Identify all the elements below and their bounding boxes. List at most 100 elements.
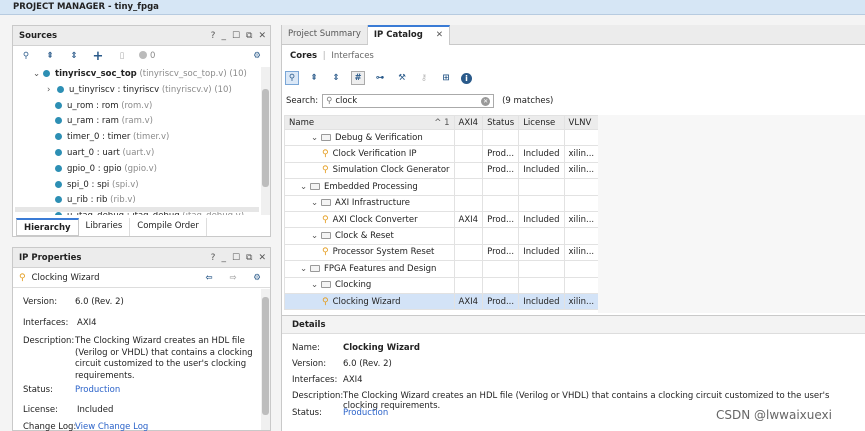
column-axi4[interactable]: AXI4 <box>453 115 484 130</box>
table-row[interactable]: ⌄ Debug & Verification <box>284 128 600 147</box>
tree-item[interactable]: spi_0 : spi (spi.v) <box>55 178 139 193</box>
cell-vlnv <box>563 276 600 294</box>
ip-properties-scrollbar[interactable] <box>261 289 270 430</box>
tree-item[interactable]: ⌄ tinyriscv_soc_top (tinyriscv_soc_top.v)… <box>33 67 247 82</box>
float-button[interactable]: ⧉ <box>246 26 252 46</box>
ip-properties-scrollbar-thumb[interactable] <box>262 297 269 415</box>
ip-name: Debug & Verification <box>335 132 423 143</box>
collapse-all-icon[interactable]: ⇞ <box>307 71 321 85</box>
key-icon[interactable]: ⚷ <box>417 71 431 85</box>
maximize-button[interactable]: ☐ <box>232 26 240 46</box>
subtab-interfaces[interactable]: Interfaces <box>331 51 373 61</box>
chevron-down-icon[interactable]: ⌄ <box>300 264 310 274</box>
chip-icon[interactable]: ⊞ <box>439 71 453 85</box>
table-row[interactable]: ⚲ Processor System Reset Prod... Included xi… <box>284 243 600 262</box>
tab-ip-catalog[interactable]: IP Catalog ✕ <box>367 25 450 45</box>
subtab-cores[interactable]: Cores <box>290 51 317 61</box>
description-line: requirements. <box>75 370 135 381</box>
table-row[interactable]: ⌄ Clocking <box>284 276 600 294</box>
cell-license: Included <box>518 243 565 262</box>
details-status-link[interactable]: Production <box>343 408 388 418</box>
wrench-icon[interactable]: ⚒ <box>395 71 409 85</box>
search-icon[interactable]: ⚲ <box>285 71 299 85</box>
maximize-button[interactable]: ☐ <box>232 248 240 268</box>
table-row[interactable]: ⌄ AXI Infrastructure <box>284 194 600 212</box>
cell-name: ⌄ FPGA Features and Design <box>284 260 455 278</box>
tab-project-summary[interactable]: Project Summary <box>282 25 368 44</box>
table-row[interactable]: ⌄ Clock & Reset <box>284 227 600 245</box>
catalog-area: Project Summary IP Catalog ✕ Cores | Int… <box>281 25 865 431</box>
chevron-right-icon[interactable]: › <box>47 83 57 98</box>
cell-license: Included <box>518 161 565 180</box>
close-button[interactable]: ✕ <box>258 248 266 268</box>
clear-search-icon[interactable]: ✕ <box>481 96 491 106</box>
tree-item-detail: (ram.v) <box>121 116 153 127</box>
help-button[interactable]: ? <box>211 26 216 46</box>
hierarchy-icon[interactable]: ⊶ <box>373 71 387 85</box>
sources-scrollbar[interactable] <box>261 67 270 215</box>
minimize-button[interactable]: _ <box>221 248 226 268</box>
cell-status: Prod... <box>482 243 520 262</box>
chevron-down-icon[interactable]: ⌄ <box>311 231 321 241</box>
column-name[interactable]: Name ^ 1 <box>284 115 455 130</box>
search-input[interactable]: ⚲ clock ✕ <box>322 94 495 108</box>
table-row[interactable]: ⚲ Clocking Wizard AXI4 Prod... Included xilin… <box>284 292 600 311</box>
sources-panel: Sources ? _ ☐ ⧉ ✕ ⚲ ⇞ ⇕ + ▯ 0 ⚙ ⌄ tinyris… <box>12 25 271 237</box>
module-icon <box>55 117 62 125</box>
column-status[interactable]: Status <box>482 115 520 130</box>
chevron-down-icon[interactable]: ⌄ <box>300 182 310 192</box>
info-icon[interactable]: i <box>461 72 472 84</box>
collapse-all-icon[interactable]: ⇞ <box>43 49 57 63</box>
close-button[interactable]: ✕ <box>258 26 266 46</box>
forward-arrow-icon[interactable]: ⇨ <box>226 271 240 285</box>
back-arrow-icon[interactable]: ⇦ <box>202 271 216 285</box>
column-vlnv[interactable]: VLNV <box>563 115 600 130</box>
expand-all-icon[interactable]: ⇕ <box>329 71 343 85</box>
tree-item[interactable]: u_ram : ram (ram.v) <box>55 114 153 129</box>
tab-compile-order[interactable]: Compile Order <box>130 218 207 236</box>
filter-icon[interactable]: # <box>351 71 365 85</box>
tree-item-detail: (gpio.v) <box>124 163 157 174</box>
tree-item[interactable]: u_rom : rom (rom.v) <box>55 99 152 114</box>
details-interfaces-value: AXI4 <box>343 375 363 385</box>
chevron-down-icon[interactable]: ⌄ <box>33 67 43 82</box>
details-name-value: Clocking Wizard <box>343 343 420 353</box>
details-header: Details <box>282 316 865 334</box>
tree-item[interactable]: timer_0 : timer (timer.v) <box>55 130 169 145</box>
search-icon[interactable]: ⚲ <box>19 49 33 63</box>
table-row[interactable]: ⚲ Clock Verification IP Prod... Included xil… <box>284 145 600 163</box>
float-button[interactable]: ⧉ <box>246 248 252 268</box>
tab-libraries[interactable]: Libraries <box>79 218 131 236</box>
tab-hierarchy[interactable]: Hierarchy <box>16 218 79 236</box>
tree-item[interactable]: uart_0 : uart (uart.v) <box>55 146 154 161</box>
close-tab-icon[interactable]: ✕ <box>436 30 443 40</box>
status-link[interactable]: Production <box>75 385 120 395</box>
column-license[interactable]: License <box>518 115 565 130</box>
minimize-button[interactable]: _ <box>221 26 226 46</box>
sources-window-controls: ? _ ☐ ⧉ ✕ <box>211 26 266 46</box>
tree-item[interactable]: gpio_0 : gpio (gpio.v) <box>55 162 157 177</box>
table-row[interactable]: ⚲ AXI Clock Converter AXI4 Prod... Included x… <box>284 210 600 229</box>
help-button[interactable]: ? <box>211 248 216 268</box>
chevron-down-icon[interactable]: ⌄ <box>311 198 321 208</box>
tree-item[interactable]: › u_tinyriscv : tinyriscv (tinyriscv.v) (… <box>47 83 232 98</box>
gear-icon[interactable]: ⚙ <box>250 271 264 285</box>
gear-icon[interactable]: ⚙ <box>250 49 264 63</box>
table-row[interactable]: ⚲ Simulation Clock Generator Prod... Includ… <box>284 161 600 180</box>
expand-all-icon[interactable]: ⇕ <box>67 49 81 63</box>
tree-item-detail: (tinyriscv.v) (10) <box>161 84 232 95</box>
add-source-icon[interactable]: + <box>91 49 105 64</box>
document-icon[interactable]: ▯ <box>115 49 129 63</box>
sources-hscrollbar[interactable] <box>15 207 259 212</box>
changelog-link[interactable]: View Change Log <box>75 422 148 431</box>
sources-scrollbar-thumb[interactable] <box>262 89 269 187</box>
chevron-down-icon[interactable]: ⌄ <box>311 280 321 290</box>
cell-axi4 <box>453 178 484 196</box>
table-row[interactable]: ⌄ FPGA Features and Design <box>284 260 600 278</box>
chevron-down-icon[interactable]: ⌄ <box>311 133 321 143</box>
ip-name: AXI Infrastructure <box>335 198 411 209</box>
cell-vlnv <box>563 260 600 278</box>
cell-status <box>482 178 520 196</box>
table-row[interactable]: ⌄ Embedded Processing <box>284 178 600 196</box>
details-version-label: Version: <box>292 359 327 369</box>
